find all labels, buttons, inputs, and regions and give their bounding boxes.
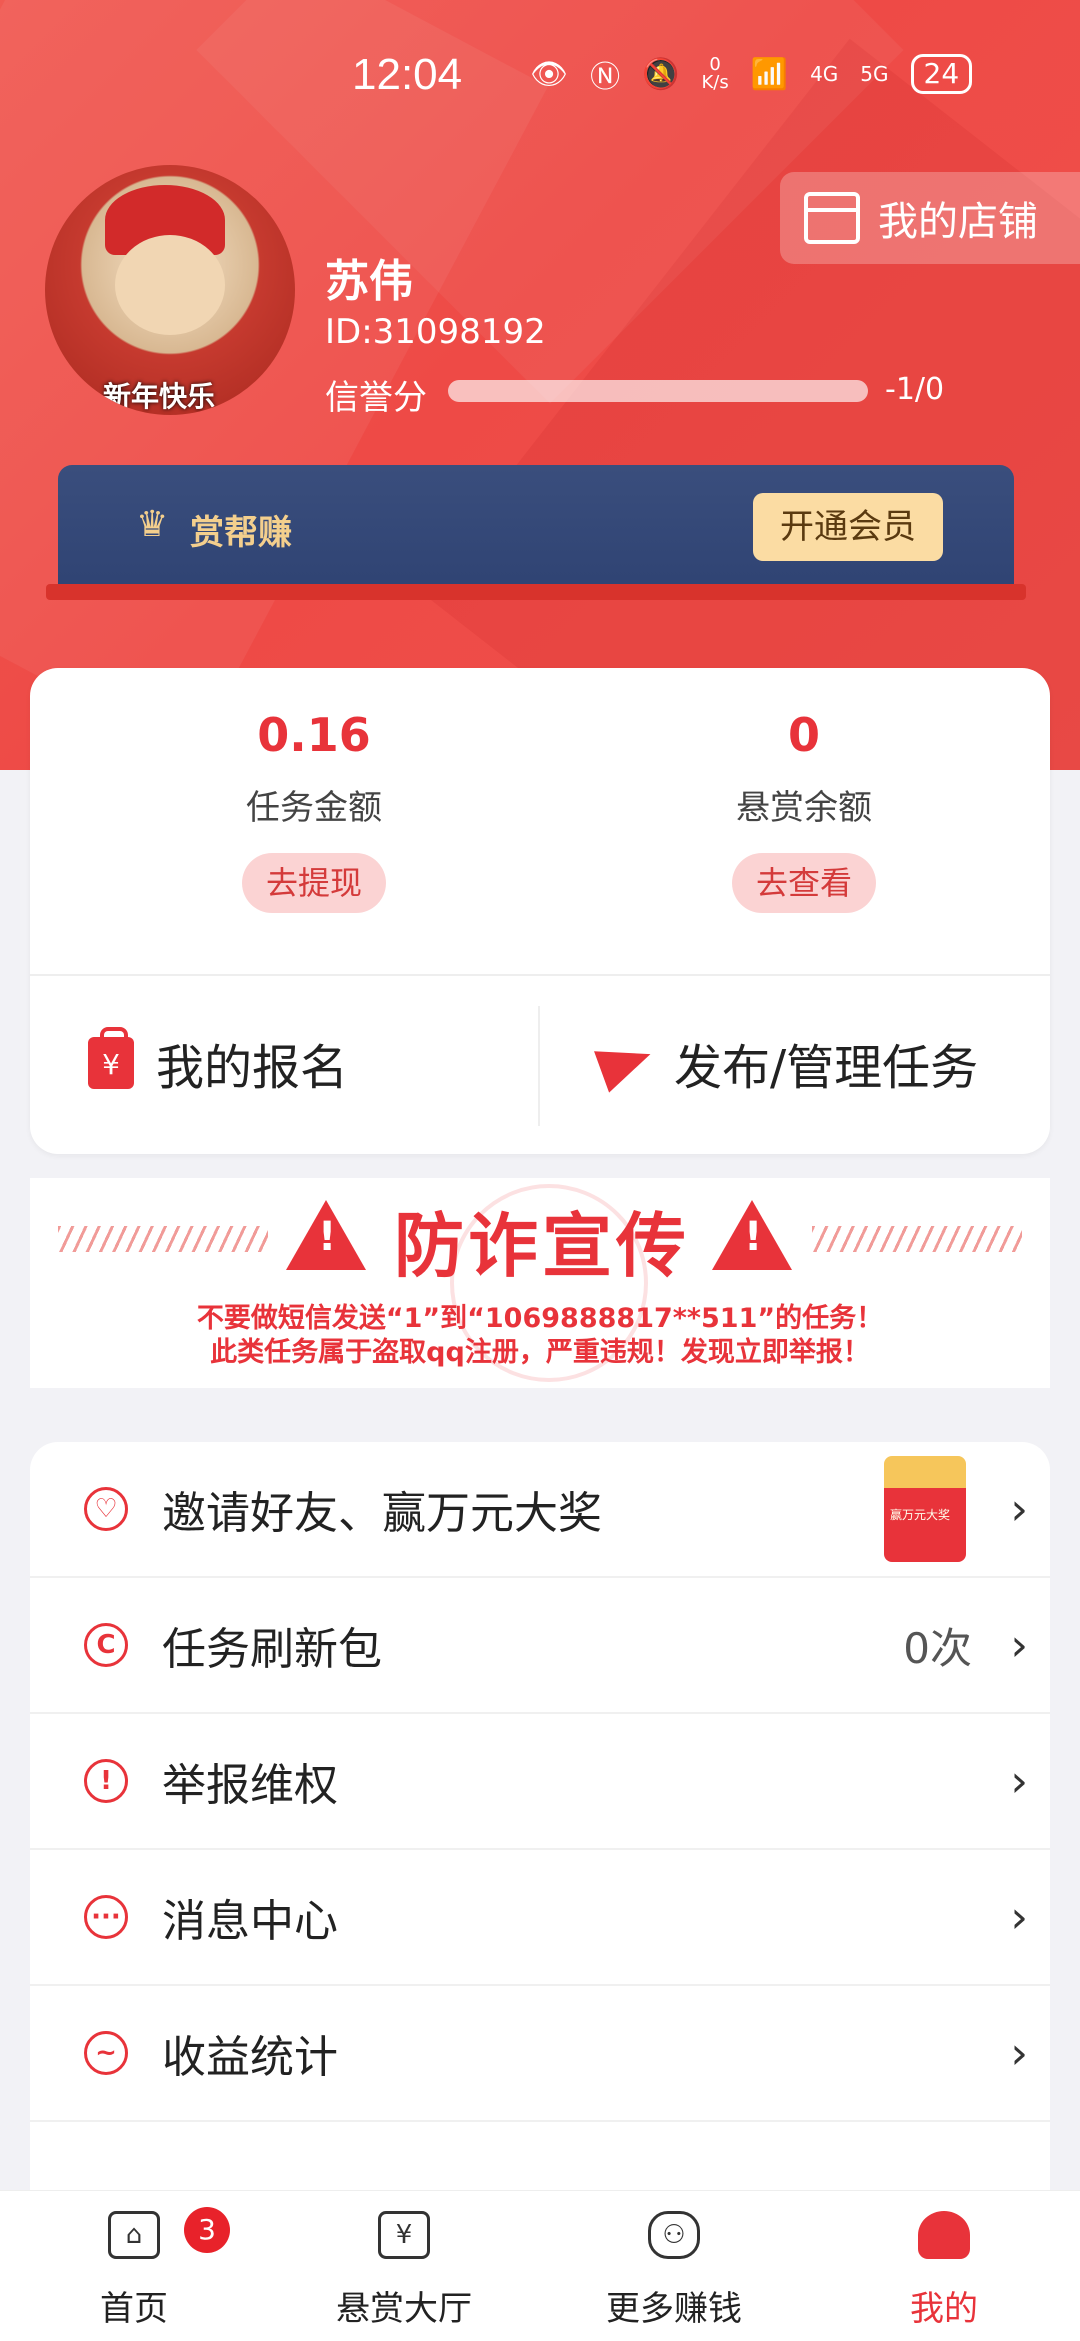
reward-balance-value: 0	[787, 708, 820, 762]
eye-icon: 👁	[530, 56, 569, 92]
bag-icon: ¥	[88, 1027, 134, 1089]
alert-icon: !	[84, 1759, 128, 1803]
menu-message-center[interactable]: ··· 消息中心 ›	[30, 1850, 1050, 1986]
menu-invite-friends[interactable]: ♡ 邀请好友、赢万元大奖 赢万元大奖 ›	[30, 1442, 1050, 1578]
wallet-card: 0.16 任务金额 去提现 0 悬赏余额 去查看 ¥ 我的报名 发布/管理任务	[30, 668, 1050, 1154]
nfc-icon: Ⓝ	[590, 60, 621, 95]
credit-progress-bar	[448, 380, 868, 402]
net-speed: 0 K/s	[701, 54, 729, 93]
menu-earnings-stats[interactable]: ~ 收益统计 ›	[30, 1986, 1050, 2122]
my-shop-label: 我的店铺	[878, 199, 1038, 245]
user-name: 苏伟	[325, 256, 413, 307]
shop-icon	[804, 192, 860, 244]
withdraw-button[interactable]: 去提现	[241, 853, 386, 913]
chevron-right-icon: ›	[1010, 1891, 1028, 1943]
refresh-count: 0次	[903, 1623, 972, 1673]
heart-icon: ♡	[84, 1487, 128, 1531]
tab-label: 我的	[910, 2289, 978, 2329]
status-bar: 12:04 👁 Ⓝ 🔕 0 K/s 📶 4G 5G 24	[0, 0, 1080, 160]
avatar[interactable]: 新年快乐	[45, 165, 295, 415]
publish-manage-button[interactable]: 发布/管理任务	[594, 998, 979, 1128]
divider	[30, 974, 1050, 976]
red-packet-icon: 赢万元大奖	[884, 1456, 966, 1562]
wifi-icon: 📶	[750, 56, 789, 92]
menu-label: 收益统计	[162, 2032, 338, 2083]
vip-banner[interactable]: ♛ 赏帮赚 开通会员	[58, 465, 1014, 593]
message-icon: ···	[84, 1895, 128, 1939]
menu-report[interactable]: ! 举报维权 ›	[30, 1714, 1050, 1850]
refresh-icon: C	[84, 1623, 128, 1667]
menu-label: 举报维权	[162, 1760, 338, 1811]
anti-fraud-banner[interactable]: ! 防诈宣传 ! 不要做短信发送“1”到“1069888817**511”的任务…	[30, 1178, 1050, 1388]
paper-plane-icon	[594, 1033, 658, 1093]
reward-balance-label: 悬赏余额	[736, 788, 872, 828]
status-time: 12:04	[352, 50, 463, 99]
credit-label: 信誉分	[325, 378, 427, 418]
crown-icon: ♛	[136, 504, 169, 545]
chevron-right-icon: ›	[1010, 1483, 1028, 1535]
avatar-caption: 新年快乐	[103, 380, 216, 413]
bottom-nav: ⌂ 3 首页 ¥ 悬赏大厅 ⚇ 更多赚钱 我的	[0, 2190, 1080, 2341]
gamepad-icon: ⚇	[648, 2211, 700, 2259]
tab-label: 悬赏大厅	[336, 2289, 472, 2329]
open-membership-button[interactable]: 开通会员	[753, 493, 943, 561]
tab-label: 首页	[100, 2289, 168, 2329]
warning-icon: !	[286, 1200, 366, 1270]
task-amount-label: 任务金额	[246, 788, 382, 828]
menu-refresh-pack[interactable]: C 任务刷新包 0次 ›	[30, 1578, 1050, 1714]
credit-value: -1/0	[885, 372, 945, 407]
my-signups-button[interactable]: ¥ 我的报名	[88, 998, 348, 1128]
task-amount-value: 0.16	[257, 708, 371, 762]
tab-reward-hall[interactable]: ¥ 悬赏大厅	[304, 2211, 504, 2330]
user-icon	[918, 2211, 970, 2259]
chevron-right-icon: ›	[1010, 1755, 1028, 1807]
view-balance-button[interactable]: 去查看	[731, 853, 876, 913]
menu-list: ♡ 邀请好友、赢万元大奖 赢万元大奖 › C 任务刷新包 0次 › ! 举报维权…	[30, 1442, 1050, 2222]
my-signups-label: 我的报名	[156, 1040, 349, 1096]
home-icon: ⌂	[108, 2211, 160, 2259]
tab-more-earn[interactable]: ⚇ 更多赚钱	[574, 2211, 774, 2330]
divider	[538, 1006, 540, 1126]
my-shop-button[interactable]: 我的店铺	[780, 172, 1080, 264]
publish-manage-label: 发布/管理任务	[674, 1040, 979, 1096]
tab-mine[interactable]: 我的	[844, 2211, 1044, 2330]
menu-label: 任务刷新包	[162, 1624, 382, 1675]
chevron-right-icon: ›	[1010, 1619, 1028, 1671]
yuan-icon: ¥	[378, 2211, 430, 2259]
chevron-right-icon: ›	[1010, 2027, 1028, 2079]
decor-stripes	[812, 1226, 1022, 1252]
mute-bell-icon: 🔕	[642, 56, 680, 92]
vip-title: 赏帮赚	[190, 513, 292, 553]
user-id: ID:31098192	[325, 312, 546, 352]
task-amount-block: 0.16 任务金额 去提现	[164, 708, 464, 913]
menu-label: 邀请好友、赢万元大奖	[162, 1488, 602, 1539]
decor-stripes	[58, 1226, 268, 1252]
battery-indicator: 24	[910, 54, 973, 94]
reward-balance-block: 0 悬赏余额 去查看	[654, 708, 954, 913]
red-packet-text: 赢万元大奖	[890, 1508, 951, 1522]
tab-home[interactable]: ⌂ 3 首页	[34, 2207, 234, 2330]
trend-icon: ~	[84, 2031, 128, 2075]
home-badge: 3	[184, 2207, 230, 2253]
vip-banner-base	[46, 584, 1026, 600]
signal-5g: 5G	[860, 62, 889, 86]
warning-icon: !	[712, 1200, 792, 1270]
menu-label: 消息中心	[162, 1896, 338, 1947]
fraud-line-2: 此类任务属于盗取qq注册，严重违规！发现立即举报！	[210, 1337, 870, 1368]
fraud-title: 防诈宣传	[394, 1205, 690, 1287]
tab-label: 更多赚钱	[606, 2289, 742, 2329]
signal-4g: 4G	[810, 62, 839, 86]
